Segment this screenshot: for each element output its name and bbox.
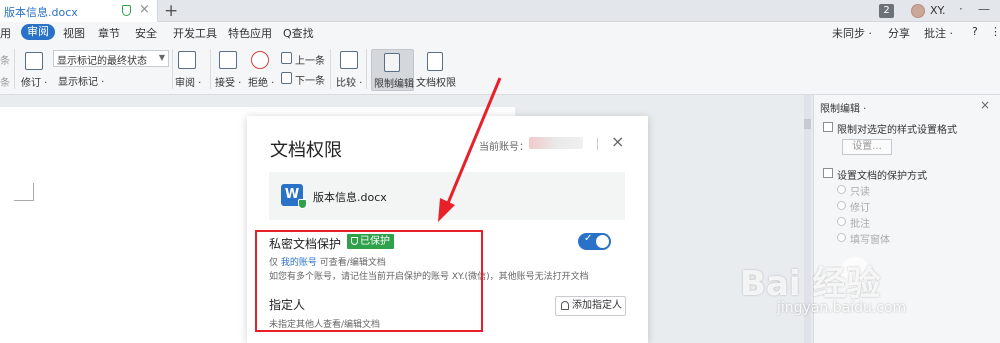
accept-icon[interactable]	[219, 51, 237, 69]
panel-title[interactable]: 限制编辑 ·	[820, 100, 866, 115]
baidu-watermark: Bai 经验	[740, 264, 881, 304]
radio-revise[interactable]	[837, 201, 846, 210]
chevron-down-icon: ▼	[158, 53, 165, 62]
review-button[interactable]: 审阅 ·	[175, 74, 201, 89]
close-tab-icon[interactable]: ×	[139, 2, 150, 17]
add-assignee-button[interactable]: 添加指定人	[555, 296, 626, 316]
minimize-button[interactable]: —	[978, 2, 990, 16]
compare-button[interactable]: 比较 ·	[336, 74, 362, 89]
shield-icon	[122, 5, 131, 16]
menu-item-find[interactable]: Q查找	[283, 25, 314, 41]
help-button[interactable]: ?	[972, 25, 978, 38]
reject-icon[interactable]	[251, 51, 269, 69]
comment-button[interactable]: 批注 ·	[924, 25, 953, 41]
menu-item-security[interactable]: 安全	[135, 25, 157, 41]
partial-label: 条	[0, 78, 10, 89]
radio-form-label: 填写窗体	[850, 235, 890, 246]
revise-button[interactable]: 修订 ·	[21, 74, 47, 89]
accept-button[interactable]: 接受 ·	[215, 74, 241, 89]
restrict-edit-button[interactable]: 限制编辑	[371, 49, 414, 91]
show-markup-button[interactable]: 显示标记 ·	[58, 73, 104, 88]
prev-icon[interactable]	[281, 52, 292, 64]
display-mode-select[interactable]: 显示标记的最终状态 ▼	[53, 50, 169, 67]
add-person-icon	[561, 301, 569, 310]
document-tab-label: 版本信息.docx	[4, 6, 78, 19]
compare-icon[interactable]	[340, 51, 358, 69]
baidu-watermark-url: jingyan.baidu.com	[777, 300, 907, 316]
menu-item-features[interactable]: 特色应用	[228, 25, 272, 41]
divider	[330, 49, 331, 89]
next-icon[interactable]	[281, 72, 292, 84]
private-protect-toggle[interactable]: ✓	[578, 233, 611, 250]
account-value-blurred	[529, 137, 583, 149]
new-tab-button[interactable]: +	[164, 1, 178, 21]
wps-doc-icon: W	[281, 184, 307, 209]
radio-form[interactable]	[837, 233, 846, 242]
divider	[14, 49, 15, 89]
add-assignee-label: 添加指定人	[572, 300, 622, 311]
radio-readonly-label: 只读	[850, 187, 870, 198]
display-mode-value: 显示标记的最终状态	[57, 56, 147, 67]
page-corner-mark	[14, 183, 34, 201]
style-restrict-label: 限制对选定的样式设置格式	[837, 125, 957, 136]
reject-button[interactable]: 拒绝 ·	[248, 74, 274, 89]
divider	[366, 49, 367, 89]
doc-permission-icon[interactable]	[427, 52, 443, 71]
protect-mode-label: 设置文档的保护方式	[837, 171, 927, 182]
scrollbar-thumb[interactable]	[804, 119, 811, 129]
revise-icon[interactable]	[25, 52, 43, 70]
divider	[172, 49, 173, 89]
user-name[interactable]: XY.	[930, 4, 946, 17]
check-icon: ✓	[584, 233, 593, 244]
menu-item-review[interactable]: 审阅	[21, 24, 55, 40]
radio-comment-label: 批注	[850, 219, 870, 230]
sync-status[interactable]: 未同步 ·	[832, 25, 872, 41]
style-restrict-checkbox[interactable]	[823, 122, 833, 132]
document-tab[interactable]: 版本信息.docx ×	[0, 0, 158, 22]
toggle-knob	[596, 235, 609, 248]
avatar[interactable]	[911, 4, 925, 18]
review-icon[interactable]	[178, 51, 196, 69]
dialog-title: 文档权限	[270, 140, 342, 161]
divider	[210, 49, 211, 89]
radio-readonly[interactable]	[837, 185, 846, 194]
settings-button[interactable]: 设置...	[842, 139, 892, 155]
file-info-box: W 版本信息.docx	[269, 172, 625, 220]
next-change-button[interactable]: 下一条	[295, 72, 325, 87]
radio-revise-label: 修订	[850, 203, 870, 214]
divider	[597, 138, 598, 150]
close-icon[interactable]: ×	[611, 132, 624, 151]
restrict-edit-icon	[384, 53, 400, 72]
user-menu-dot[interactable]: ·	[959, 2, 963, 16]
doc-permission-button[interactable]: 文档权限	[416, 74, 456, 89]
radio-comment[interactable]	[837, 217, 846, 226]
highlight-box	[255, 230, 483, 332]
protect-mode-checkbox[interactable]	[823, 168, 833, 178]
partial-label: 条	[0, 56, 10, 67]
menu-item-view[interactable]: 视图	[63, 25, 85, 41]
file-name: 版本信息.docx	[313, 191, 387, 204]
restrict-edit-label: 限制编辑	[374, 79, 414, 90]
prev-change-button[interactable]: 上一条	[295, 52, 325, 67]
menu-item-partial[interactable]: 用	[0, 25, 11, 41]
menu-item-developer[interactable]: 开发工具	[173, 25, 217, 41]
ribbon-toolbar: 条 条 修订 · 显示标记的最终状态 ▼ 显示标记 · 审阅 · 接受 · 拒绝…	[0, 43, 1000, 95]
title-tab-bar: 版本信息.docx × + 2 XY. · —	[0, 0, 1000, 22]
menu-bar: 用 审阅 视图 章节 安全 开发工具 特色应用 Q查找 未同步 · 分享 批注 …	[0, 22, 1000, 43]
share-button[interactable]: 分享	[888, 25, 910, 41]
panel-close-icon[interactable]: ×	[980, 98, 990, 112]
more-button[interactable]: ⋮	[990, 25, 1000, 38]
menu-item-chapter[interactable]: 章节	[98, 25, 120, 41]
window-count-badge[interactable]: 2	[879, 4, 894, 18]
shield-icon	[298, 199, 307, 209]
account-label: 当前账号：	[479, 142, 529, 153]
